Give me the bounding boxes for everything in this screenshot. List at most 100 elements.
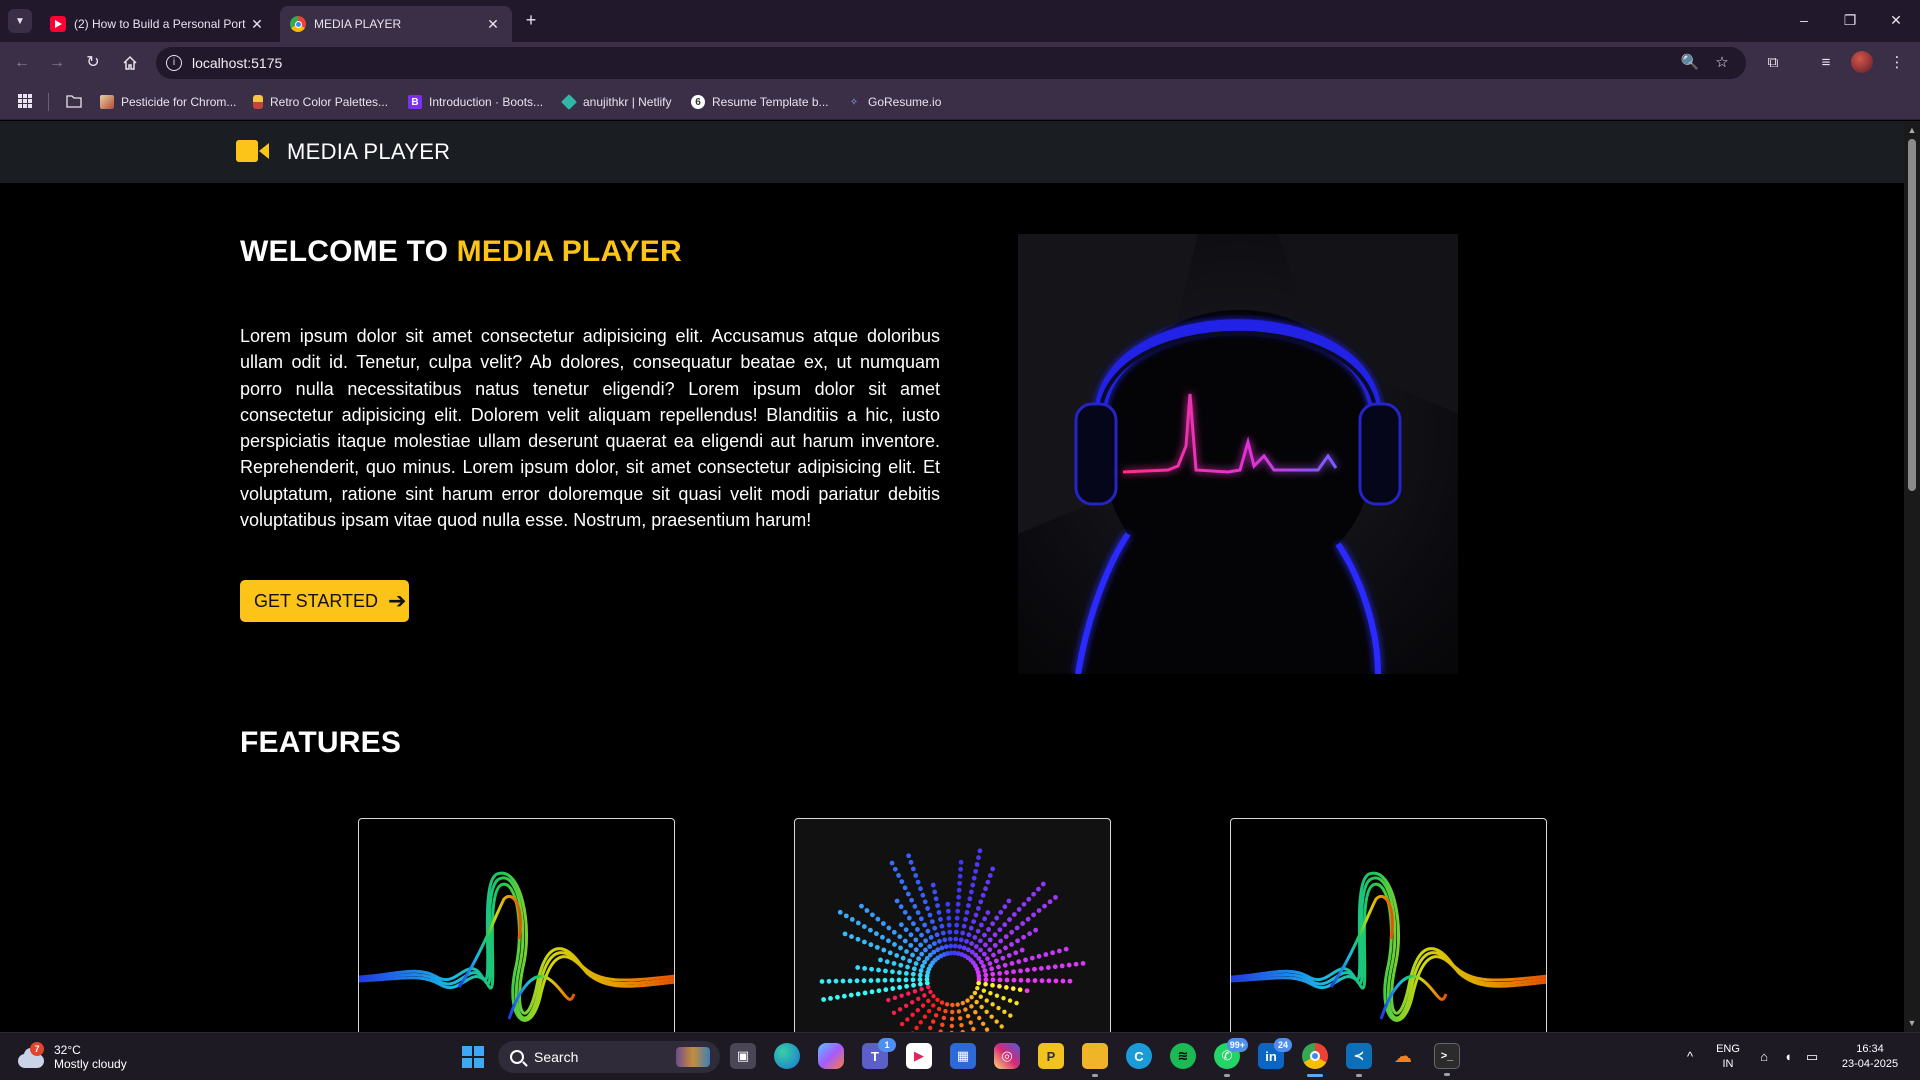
chrome-taskbar-icon[interactable] xyxy=(1302,1043,1328,1077)
spectrum-dot xyxy=(968,925,974,931)
spotify-icon[interactable]: ≋ xyxy=(1170,1043,1196,1069)
bookmark-retro-palettes[interactable]: Retro Color Palettes... xyxy=(253,92,388,112)
profile-avatar[interactable] xyxy=(1851,51,1873,73)
bookmark-pesticide[interactable]: Pesticide for Chrom... xyxy=(100,92,236,112)
instagram-icon[interactable]: ◎ xyxy=(994,1043,1020,1069)
spectrum-dot xyxy=(880,921,886,926)
close-window-button[interactable]: ✕ xyxy=(1876,6,1916,34)
task-view-icon[interactable]: ▣ xyxy=(730,1043,756,1069)
extensions-icon[interactable]: ⧉ xyxy=(1762,52,1784,74)
microsoft-store-icon[interactable]: ▦ xyxy=(950,1043,976,1069)
vscode-icon[interactable]: ≺ xyxy=(1346,1043,1372,1077)
volume-icon[interactable]: ◖ xyxy=(1780,1049,1796,1065)
site-info-icon[interactable]: i xyxy=(166,55,182,71)
network-icon[interactable]: ⌂ xyxy=(1756,1049,1772,1065)
spectrum-dot xyxy=(892,866,898,872)
close-tab-icon[interactable]: ✕ xyxy=(248,16,266,33)
spectrum-dot xyxy=(956,1009,962,1014)
sticky-notes-icon[interactable]: P xyxy=(1038,1043,1064,1069)
forward-button[interactable]: → xyxy=(45,51,69,75)
spectrum-dot xyxy=(927,912,933,918)
spectrum-dot xyxy=(949,1016,955,1022)
close-tab-icon[interactable]: ✕ xyxy=(484,16,502,33)
spectrum-dot xyxy=(957,873,963,879)
spectrum-dot xyxy=(896,873,901,878)
spectrum-dot xyxy=(979,959,984,965)
menu-kebab-icon[interactable]: ⋮ xyxy=(1886,52,1908,74)
spectrum-dot xyxy=(960,1000,966,1006)
clock-date: 23-04-2025 xyxy=(1841,1058,1899,1070)
spectrum-dot xyxy=(937,938,942,944)
spectrum-dot xyxy=(982,932,987,938)
whatsapp-icon[interactable]: ✆ 99+ xyxy=(1214,1038,1248,1077)
bookmark-resume-template[interactable]: 6 Resume Template b... xyxy=(691,92,829,112)
spectrum-dot xyxy=(883,987,889,993)
bookmark-star-icon[interactable]: ☆ xyxy=(1712,53,1732,73)
whatsapp-badge: 99+ xyxy=(1226,1038,1248,1052)
spectrum-dot xyxy=(947,936,953,942)
folder-icon[interactable] xyxy=(66,94,82,113)
terminal-icon[interactable]: >_ xyxy=(1434,1043,1460,1076)
feature-card[interactable] xyxy=(358,818,675,1032)
spectrum-dot xyxy=(897,1007,903,1012)
cloudy-weather-icon: 7 xyxy=(16,1042,46,1072)
spectrum-dot xyxy=(969,941,975,946)
tab-youtube[interactable]: (2) How to Build a Personal Port ✕ xyxy=(40,6,276,42)
minimize-button[interactable]: – xyxy=(1784,6,1824,34)
zoom-icon[interactable]: 🔍 xyxy=(1680,53,1700,73)
spectrum-dot xyxy=(961,923,967,929)
tab-media-player[interactable]: MEDIA PLAYER ✕ xyxy=(280,6,512,42)
spectrum-dot xyxy=(938,916,943,922)
spectrum-dot xyxy=(917,977,923,983)
scroll-down-icon[interactable]: ▼ xyxy=(1907,1018,1917,1028)
reload-icon: ↻ xyxy=(86,54,100,71)
edge-icon[interactable] xyxy=(774,1043,800,1069)
scroll-up-icon[interactable]: ▲ xyxy=(1907,125,1917,135)
file-explorer-icon[interactable] xyxy=(1082,1043,1108,1077)
feature-card[interactable] xyxy=(1230,818,1547,1032)
get-started-button[interactable]: GET STARTED ➔ xyxy=(240,580,409,622)
scroll-thumb[interactable] xyxy=(1908,139,1916,491)
brand-name[interactable]: MEDIA PLAYER xyxy=(287,139,450,165)
battery-icon[interactable]: ▭ xyxy=(1804,1049,1820,1065)
home-button[interactable] xyxy=(118,51,142,75)
page-scrollbar[interactable]: ▲ ▼ xyxy=(1904,121,1920,1032)
spectrum-dot xyxy=(892,995,898,1001)
spectrum-dot xyxy=(939,1000,945,1005)
taskbar-search[interactable]: Search xyxy=(498,1041,720,1073)
reload-button[interactable]: ↻ xyxy=(81,51,105,75)
spectrum-dot xyxy=(876,967,881,973)
new-tab-button[interactable]: + xyxy=(520,10,542,32)
spectrum-dot xyxy=(1016,907,1022,912)
cloudflare-icon[interactable]: ☁ xyxy=(1390,1043,1416,1069)
copilot-icon[interactable] xyxy=(818,1043,844,1069)
bookmark-goresume[interactable]: ✧ GoResume.io xyxy=(847,92,942,112)
weather-widget[interactable]: 7 32°C Mostly cloudy xyxy=(16,1040,127,1074)
spectrum-dot xyxy=(918,942,924,948)
spectrum-dot xyxy=(905,891,911,897)
spectrum-dot xyxy=(911,966,917,972)
show-hidden-icons[interactable]: ^ xyxy=(1682,1049,1698,1065)
media-controls-icon[interactable]: ≡ xyxy=(1815,52,1837,74)
language-indicator[interactable]: ENG IN xyxy=(1714,1042,1742,1072)
windows-start-button[interactable] xyxy=(462,1046,484,1068)
spectrum-dot xyxy=(985,956,990,962)
video-camera-icon[interactable] xyxy=(236,140,270,162)
apps-grid-icon[interactable] xyxy=(18,94,32,113)
bookmark-bootstrap[interactable]: B Introduction · Boots... xyxy=(408,92,543,112)
clock-time: 16:34 xyxy=(1856,1043,1884,1055)
back-button[interactable]: ← xyxy=(10,51,34,75)
bookmark-netlify[interactable]: anujithkr | Netlify xyxy=(561,92,671,112)
bookmark-label: GoResume.io xyxy=(868,95,942,109)
linkedin-icon[interactable]: in 24 xyxy=(1258,1038,1292,1069)
address-bar[interactable]: i localhost:5175 🔍 ☆ xyxy=(156,47,1746,79)
spectrum-dot xyxy=(1021,901,1027,907)
tab-search-button[interactable]: ▼ xyxy=(8,9,32,33)
teams-icon[interactable]: T 1 xyxy=(862,1038,896,1069)
canva-icon[interactable]: C xyxy=(1126,1043,1152,1069)
media-player-icon[interactable]: ▶ xyxy=(906,1043,932,1069)
spectrum-dot xyxy=(976,980,981,986)
feature-card[interactable] xyxy=(794,818,1111,1032)
restore-button[interactable]: ❐ xyxy=(1830,6,1870,34)
clock[interactable]: 16:34 23-04-2025 xyxy=(1832,1042,1908,1072)
